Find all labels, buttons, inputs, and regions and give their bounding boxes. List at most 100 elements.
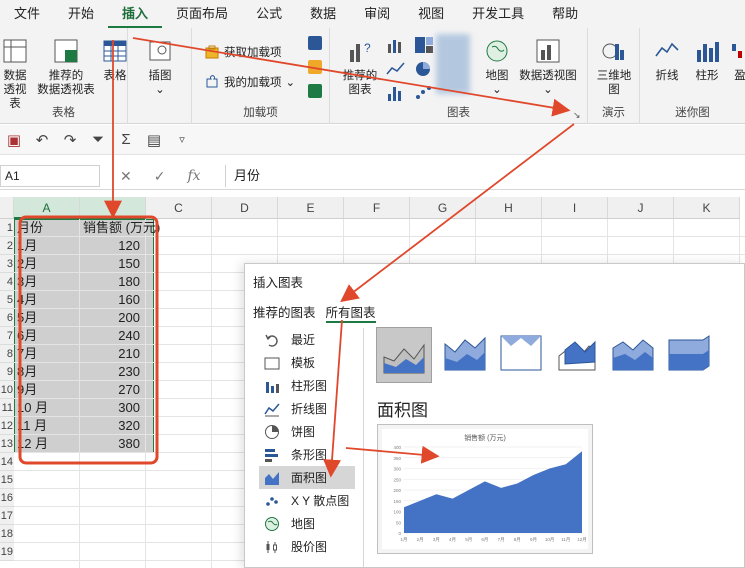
sparkline-column-button[interactable]: 柱形 [692,36,722,83]
get-addins-button[interactable]: 获取加载项 [204,44,282,60]
pie-chart-dropdown[interactable] [414,60,434,78]
row-header[interactable]: 18 [0,525,14,543]
dialog-launcher-icon[interactable]: ↘ [573,110,583,120]
tab-all-charts[interactable]: 所有图表 [325,302,376,323]
chart-category-undo[interactable]: 最近 [259,328,355,351]
scatter-chart-dropdown[interactable] [414,84,434,102]
area-subtype-area[interactable] [376,327,432,383]
sales-cell[interactable]: 160 [80,291,140,309]
column-header[interactable]: I [542,197,608,219]
statistic-chart-dropdown[interactable] [386,84,406,102]
row-header[interactable]: 8 [0,345,14,363]
month-cell[interactable]: 10 月 [17,399,77,417]
row-header[interactable]: 4 [0,273,14,291]
row-header[interactable]: 2 [0,237,14,255]
chart-category-area-chart[interactable]: 面积图 [259,466,355,489]
sales-cell[interactable]: 120 [80,237,140,255]
pivot-chart-button[interactable]: 数据透视图 ⌄ [516,36,580,97]
month-cell[interactable]: 5月 [17,309,77,327]
name-box[interactable]: A1 [0,165,100,187]
table-button[interactable]: 表格 [98,36,132,83]
sales-cell[interactable]: 230 [80,363,140,381]
header-cell-sales[interactable]: 销售额 (万元) [83,219,173,237]
row-header[interactable]: 9 [0,363,14,381]
visio-icon[interactable] [308,60,322,74]
chart-category-scatter-chart[interactable]: X Y 散点图 [259,489,355,512]
row-header[interactable]: 5 [0,291,14,309]
ribbon-tab[interactable]: 开始 [54,0,108,28]
row-header[interactable]: 19 [0,543,14,561]
chart-category-column-chart[interactable]: 柱形图 [259,374,355,397]
line-chart-dropdown[interactable] [386,60,406,78]
row-header[interactable]: 11 [0,399,14,417]
cancel-icon[interactable]: ✕ [120,165,132,187]
chart-category-pie-chart[interactable]: 饼图 [259,420,355,443]
redo-icon[interactable]: ↷ [60,130,80,150]
ribbon-tab[interactable]: 开发工具 [458,0,538,28]
month-cell[interactable]: 11 月 [17,417,77,435]
sales-cell[interactable]: 150 [80,255,140,273]
pivot-table-button[interactable]: 数据 透视表 [0,36,30,111]
column-header[interactable]: J [608,197,674,219]
month-cell[interactable]: 7月 [17,345,77,363]
column-header[interactable]: K [674,197,740,219]
column-chart-dropdown[interactable] [386,36,406,54]
month-cell[interactable]: 12 月 [17,435,77,453]
column-header[interactable]: E [278,197,344,219]
check-icon[interactable]: ✓ [154,165,166,187]
chart-category-folder[interactable]: 模板 [259,351,355,374]
ribbon-tab[interactable]: 插入 [108,0,163,28]
area-subtype-100-stacked[interactable] [499,328,543,376]
office-addin-icon[interactable] [308,36,322,50]
ribbon-tab[interactable]: 页面布局 [162,0,242,28]
people-graph-icon[interactable] [308,84,322,98]
chart-category-stock-chart[interactable]: 股价图 [259,535,355,558]
chart-category-line-chart[interactable]: 折线图 [259,397,355,420]
ribbon-tab[interactable]: 数据 [296,0,350,28]
ribbon-tab[interactable]: 审阅 [350,0,404,28]
month-cell[interactable]: 2月 [17,255,77,273]
month-cell[interactable]: 4月 [17,291,77,309]
chart-preview[interactable]: 销售额 (万元) 0 50 100 150 200 250 300 350 400 1月 2月 3月 4月… [377,424,593,554]
fx-icon[interactable]: fx [187,165,200,187]
formula-input[interactable]: 月份 [225,165,745,187]
row-header[interactable]: 6 [0,309,14,327]
column-header[interactable]: H [476,197,542,219]
customize-qat-icon[interactable]: ▿ [172,130,192,150]
3d-map-button[interactable]: 三维地 图 [596,36,632,97]
header-cell-month[interactable]: 月份 [17,219,77,237]
sparkline-line-button[interactable]: 折线 [652,36,682,83]
recommended-charts-button[interactable]: ? 推荐的 图表 [336,36,384,97]
sales-cell[interactable]: 200 [80,309,140,327]
row-header[interactable]: 10 [0,381,14,399]
area-subtype-stacked[interactable] [443,328,487,376]
row-header[interactable]: 14 [0,453,14,471]
form-icon[interactable]: ▤ [144,130,164,150]
select-all-corner[interactable] [0,197,14,219]
sum-icon[interactable]: Σ [116,130,136,150]
recommended-pivot-button[interactable]: 推荐的 数据透视表 [36,36,96,97]
area-subtype-3d[interactable] [555,328,599,376]
sales-cell[interactable]: 320 [80,417,140,435]
month-cell[interactable]: 1月 [17,237,77,255]
save-icon[interactable]: ▣ [4,130,24,150]
tab-recommended-charts[interactable]: 推荐的图表 [253,302,316,323]
row-header[interactable]: 3 [0,255,14,273]
my-addins-button[interactable]: 我的加载项 ⌄ [204,74,295,90]
row-header[interactable]: 16 [0,489,14,507]
row-header[interactable]: 7 [0,327,14,345]
row-header[interactable]: 12 [0,417,14,435]
month-cell[interactable]: 6月 [17,327,77,345]
row-header[interactable]: 15 [0,471,14,489]
map-chart-button[interactable]: 地图 ⌄ [480,36,514,97]
sales-cell[interactable]: 270 [80,381,140,399]
column-header[interactable]: A [14,197,80,219]
column-header[interactable]: F [344,197,410,219]
sales-cell[interactable]: 210 [80,345,140,363]
month-cell[interactable]: 8月 [17,363,77,381]
row-header[interactable]: 13 [0,435,14,453]
column-header[interactable]: C [146,197,212,219]
sales-cell[interactable]: 300 [80,399,140,417]
chart-category-bar-chart[interactable]: 条形图 [259,443,355,466]
column-header[interactable]: D [212,197,278,219]
